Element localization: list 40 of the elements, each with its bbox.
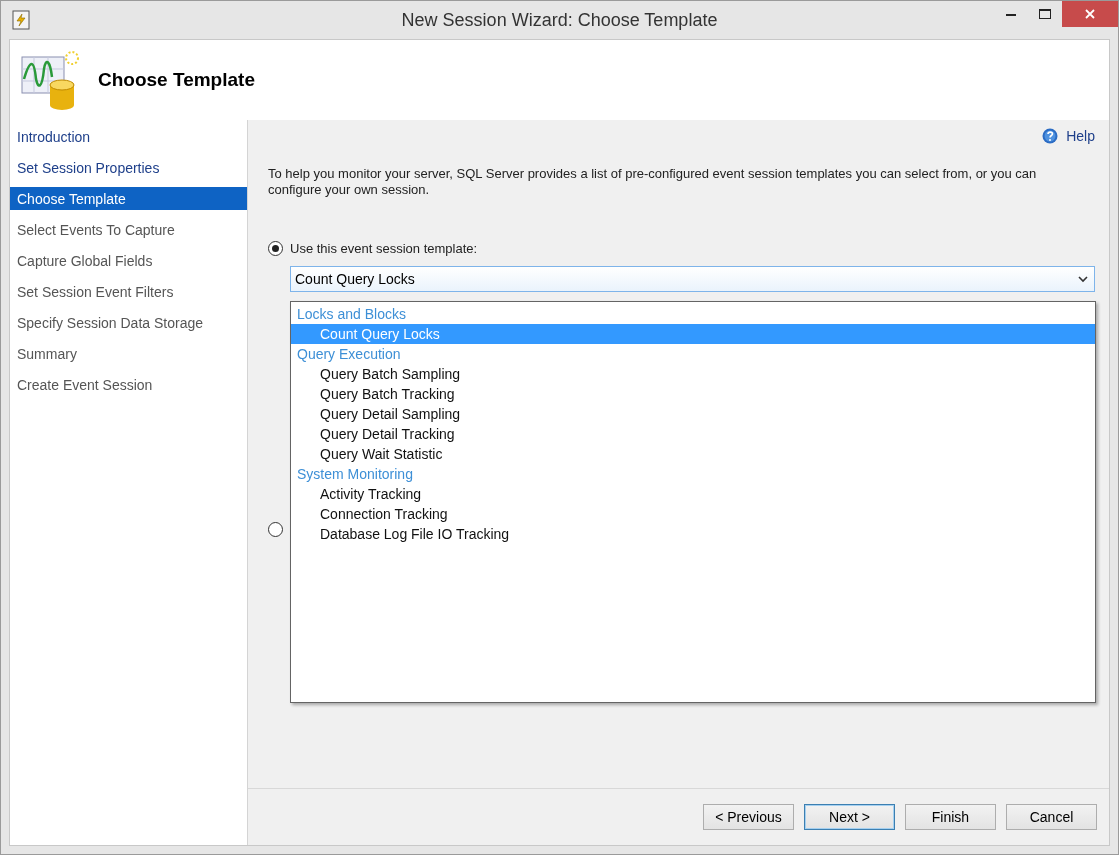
step-item[interactable]: Select Events To Capture bbox=[10, 218, 247, 241]
window-title: New Session Wizard: Choose Template bbox=[401, 9, 718, 30]
wizard-button[interactable]: Next > bbox=[804, 804, 895, 830]
wizard-button[interactable]: Finish bbox=[905, 804, 996, 830]
page-heading: Choose Template bbox=[98, 69, 255, 91]
chevron-down-icon bbox=[1078, 275, 1088, 283]
step-item[interactable]: Summary bbox=[10, 342, 247, 365]
group-header: Locks and Blocks bbox=[296, 305, 407, 324]
close-icon bbox=[1085, 9, 1095, 19]
step-item[interactable]: Specify Session Data Storage bbox=[10, 311, 247, 334]
list-option[interactable]: Activity Tracking bbox=[291, 484, 1095, 504]
radio-label: Use this event session template: bbox=[290, 241, 478, 256]
step-item[interactable]: Create Event Session bbox=[10, 373, 247, 396]
radio-button[interactable] bbox=[268, 241, 283, 256]
description-text: To help you monitor your server, SQL Server provides a list of pre-configured event session templates you can select from, or you can configure your own session. bbox=[268, 166, 1038, 198]
app-icon bbox=[11, 10, 31, 30]
step-item[interactable]: Set Session Event Filters bbox=[10, 280, 247, 303]
list-option[interactable]: Query Detail Tracking bbox=[291, 424, 1095, 444]
maximize-icon bbox=[1039, 9, 1051, 19]
minimize-icon bbox=[1006, 12, 1016, 16]
radio-button[interactable] bbox=[268, 522, 283, 537]
close-button[interactable] bbox=[1062, 1, 1118, 27]
help-icon bbox=[1042, 128, 1059, 144]
chart-database-icon bbox=[20, 49, 82, 111]
step-item[interactable]: Capture Global Fields bbox=[10, 249, 247, 272]
template-dropdown[interactable]: Count Query Locks bbox=[290, 266, 1095, 292]
group-header: System Monitoring bbox=[296, 465, 414, 484]
help-link[interactable]: Help bbox=[1042, 128, 1095, 144]
list-option[interactable]: Connection Tracking bbox=[291, 504, 1095, 524]
wizard-button[interactable]: Cancel bbox=[1006, 804, 1097, 830]
list-option[interactable]: Query Wait Statistic bbox=[291, 444, 1095, 464]
step-item[interactable]: Set Session Properties bbox=[10, 156, 247, 179]
list-option[interactable]: Query Batch Sampling bbox=[291, 364, 1095, 384]
wizard-button[interactable]: < Previous bbox=[703, 804, 794, 830]
list-option[interactable]: Query Detail Sampling bbox=[291, 404, 1095, 424]
group-header: Query Execution bbox=[296, 345, 402, 364]
list-option[interactable]: Database Log File IO Tracking bbox=[291, 524, 1095, 544]
step-item[interactable]: Choose Template bbox=[10, 187, 247, 210]
step-item[interactable]: Introduction bbox=[10, 125, 247, 148]
list-option[interactable]: Query Batch Tracking bbox=[291, 384, 1095, 404]
